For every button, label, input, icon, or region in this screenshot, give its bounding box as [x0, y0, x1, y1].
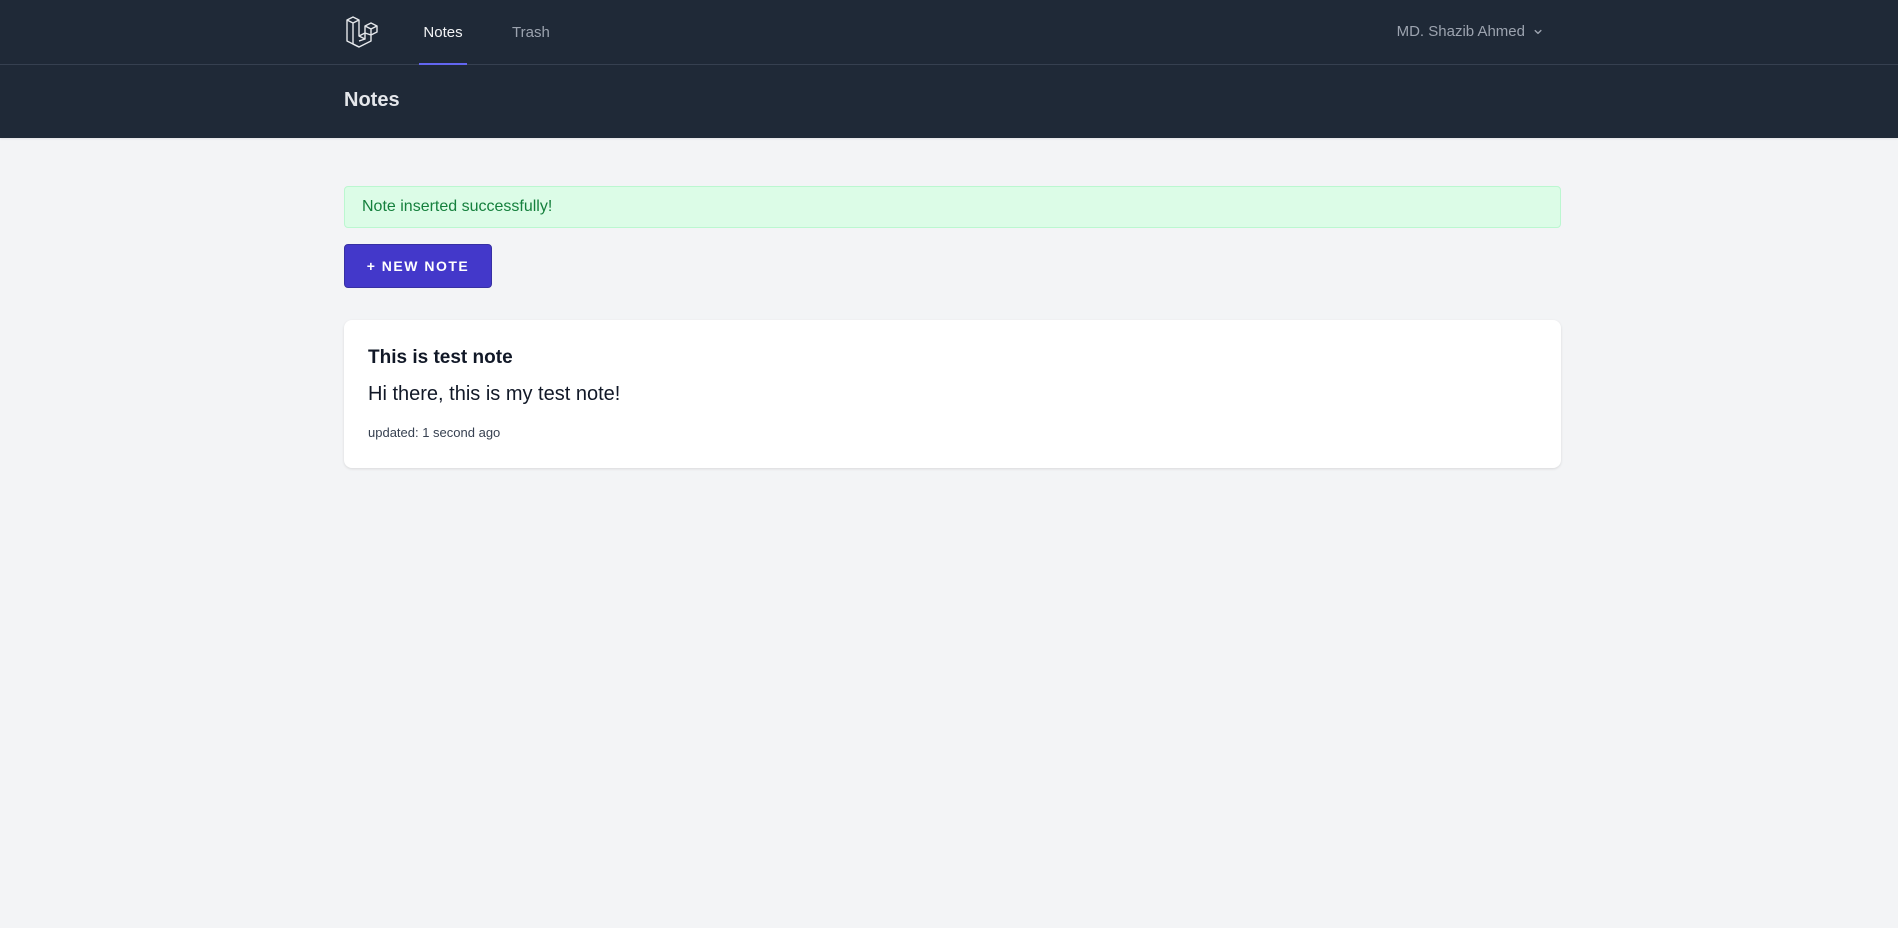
note-title[interactable]: This is test note	[368, 347, 513, 369]
nav-link-trash[interactable]: Trash	[512, 0, 550, 65]
page-header: Notes	[0, 65, 1898, 138]
note-body: Hi there, this is my test note!	[368, 383, 621, 405]
chevron-down-icon	[1534, 29, 1542, 34]
nav-link-trash-label: Trash	[512, 24, 550, 41]
top-navigation: Notes Trash MD. Shazib Ahmed	[0, 0, 1898, 65]
laravel-logo-icon[interactable]	[345, 13, 381, 49]
nav-link-notes-label: Notes	[423, 24, 463, 41]
user-name: MD. Shazib Ahmed	[1396, 23, 1525, 40]
alert-message: Note inserted successfully!	[362, 198, 553, 215]
page-title: Notes	[344, 89, 400, 111]
note-card[interactable]: This is test note Hi there, this is my t…	[344, 320, 1561, 468]
success-alert: Note inserted successfully!	[344, 186, 1561, 228]
new-note-button[interactable]: + NEW NOTE	[344, 244, 492, 288]
nav-link-notes[interactable]: Notes	[419, 0, 467, 65]
user-menu-dropdown[interactable]: MD. Shazib Ahmed	[1397, 0, 1545, 63]
new-note-button-label: + NEW NOTE	[366, 258, 470, 274]
note-updated-timestamp: updated: 1 second ago	[368, 425, 501, 440]
